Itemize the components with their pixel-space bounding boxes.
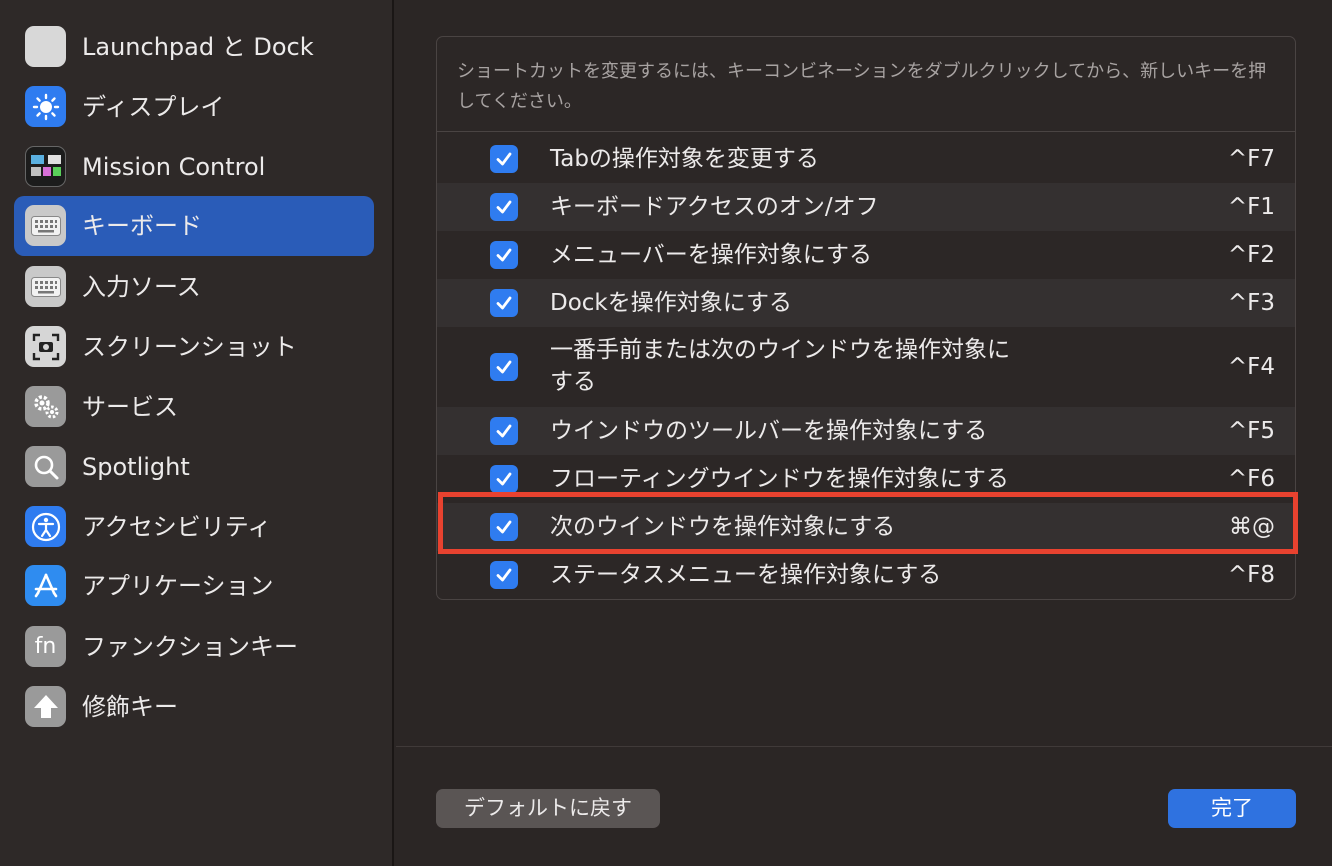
shortcut-key[interactable]: ^F2: [1228, 240, 1275, 270]
checkbox-checked[interactable]: [490, 241, 518, 269]
sidebar-item-label: Spotlight: [82, 453, 190, 481]
shortcut-key[interactable]: ^F4: [1228, 352, 1275, 382]
keyboard-icon: [25, 205, 66, 246]
sidebar-item-label: サービス: [82, 393, 178, 421]
sidebar-item-accessibility[interactable]: アクセシビリティ: [14, 497, 374, 557]
shortcut-label: フローティングウインドウを操作対象にする: [550, 466, 1009, 492]
camera-icon: [25, 326, 66, 367]
checkmark-icon: [496, 248, 512, 262]
shortcut-row[interactable]: フローティングウインドウを操作対象にする ^F6: [437, 455, 1295, 503]
divider: [396, 746, 1332, 747]
sidebar-item-label: キーボード: [82, 212, 202, 240]
shortcut-row[interactable]: Tabの操作対象を変更する ^F7: [437, 135, 1295, 183]
done-button[interactable]: 完了: [1168, 789, 1296, 828]
search-icon: [25, 446, 66, 487]
shortcut-row[interactable]: メニューバーを操作対象にする ^F2: [437, 231, 1295, 279]
sidebar-item-modifier-keys[interactable]: 修飾キー: [14, 677, 374, 737]
shortcut-label: 一番手前または次のウインドウを操作対象に: [550, 337, 1010, 363]
checkmark-icon: [496, 296, 512, 310]
sidebar-item-applications[interactable]: アプリケーション: [14, 556, 374, 616]
fn-icon-text: fn: [34, 634, 57, 659]
checkbox-checked[interactable]: [490, 193, 518, 221]
shortcut-row[interactable]: 一番手前または次のウインドウを操作対象に する ^F4: [437, 327, 1295, 407]
sidebar-item-screenshot[interactable]: スクリーンショット: [14, 317, 374, 377]
shortcut-key[interactable]: ^F5: [1228, 416, 1275, 446]
display-sun-icon: [25, 86, 66, 127]
shortcut-label: ステータスメニューを操作対象にする: [550, 562, 942, 588]
checkmark-icon: [496, 520, 512, 534]
accessibility-icon: [25, 506, 66, 547]
launchpad-icon: [25, 26, 66, 67]
instructions-text: ショートカットを変更するには、キーコンビネーションをダブルクリックしてから、新し…: [457, 61, 1267, 112]
sidebar-item-label: 修飾キー: [82, 693, 178, 721]
checkbox-checked[interactable]: [490, 513, 518, 541]
sidebar-item-label: スクリーンショット: [82, 333, 297, 361]
shortcut-label: Tabの操作対象を変更する: [550, 146, 819, 172]
shortcuts-panel: ショートカットを変更するには、キーコンビネーションをダブルクリックしてから、新し…: [436, 36, 1296, 600]
checkmark-icon: [496, 360, 512, 374]
sidebar-item-mission-control[interactable]: Mission Control: [14, 137, 374, 197]
sidebar-item-function-keys[interactable]: fn ファンクションキー: [14, 617, 374, 677]
sidebar: Launchpad と Dock ディスプレイ Mission Control …: [0, 0, 394, 866]
shortcut-row[interactable]: ステータスメニューを操作対象にする ^F8: [437, 551, 1295, 599]
shortcut-row[interactable]: ウインドウのツールバーを操作対象にする ^F5: [437, 407, 1295, 455]
shortcut-key[interactable]: ^F7: [1228, 144, 1275, 174]
checkbox-checked[interactable]: [490, 289, 518, 317]
divider: [437, 131, 1295, 132]
shortcut-label: ウインドウのツールバーを操作対象にする: [550, 418, 988, 444]
checkbox-checked[interactable]: [490, 561, 518, 589]
restore-defaults-button[interactable]: デフォルトに戻す: [436, 789, 660, 828]
sidebar-item-label: ディスプレイ: [82, 93, 225, 121]
shortcut-label: Dockを操作対象にする: [550, 290, 792, 316]
shortcut-key[interactable]: ^F6: [1228, 464, 1275, 494]
sidebar-item-label: ファンクションキー: [82, 633, 298, 661]
gears-icon: [25, 386, 66, 427]
shortcut-row[interactable]: キーボードアクセスのオン/オフ ^F1: [437, 183, 1295, 231]
checkmark-icon: [496, 152, 512, 166]
checkbox-checked[interactable]: [490, 417, 518, 445]
sidebar-item-launchpad-dock[interactable]: Launchpad と Dock: [14, 17, 374, 77]
checkbox-checked[interactable]: [490, 465, 518, 493]
sidebar-item-label: Launchpad と Dock: [82, 33, 314, 61]
keyboard-icon: [25, 266, 66, 307]
sidebar-item-label: アプリケーション: [82, 572, 274, 600]
shortcut-key[interactable]: ^F1: [1228, 192, 1275, 222]
sidebar-item-label: アクセシビリティ: [82, 513, 272, 541]
sidebar-item-services[interactable]: サービス: [14, 377, 374, 437]
sidebar-item-input-sources[interactable]: 入力ソース: [14, 257, 374, 317]
shortcut-label: 次のウインドウを操作対象にする: [550, 514, 896, 540]
shortcut-label: メニューバーを操作対象にする: [550, 242, 872, 268]
shortcut-label-continuation: する: [550, 369, 596, 395]
shortcut-row[interactable]: Dockを操作対象にする ^F3: [437, 279, 1295, 327]
app-store-icon: [25, 565, 66, 606]
sidebar-item-label: Mission Control: [82, 153, 266, 181]
shortcut-key[interactable]: ^F3: [1228, 288, 1275, 318]
fn-icon: fn: [25, 626, 66, 667]
sidebar-item-keyboard[interactable]: キーボード: [14, 196, 374, 256]
checkbox-checked[interactable]: [490, 145, 518, 173]
shortcut-key[interactable]: ^F8: [1228, 560, 1275, 590]
sidebar-item-spotlight[interactable]: Spotlight: [14, 437, 374, 497]
mission-control-icon: [25, 146, 66, 187]
checkmark-icon: [496, 200, 512, 214]
checkbox-checked[interactable]: [490, 353, 518, 381]
checkmark-icon: [496, 472, 512, 486]
shortcut-label: キーボードアクセスのオン/オフ: [550, 194, 879, 220]
sidebar-item-label: 入力ソース: [82, 273, 201, 301]
checkmark-icon: [496, 568, 512, 582]
sidebar-item-display[interactable]: ディスプレイ: [14, 77, 374, 137]
up-arrow-icon: [25, 686, 66, 727]
checkmark-icon: [496, 424, 512, 438]
shortcut-row[interactable]: 次のウインドウを操作対象にする ⌘@: [437, 503, 1295, 551]
shortcut-key[interactable]: ⌘@: [1229, 512, 1275, 542]
